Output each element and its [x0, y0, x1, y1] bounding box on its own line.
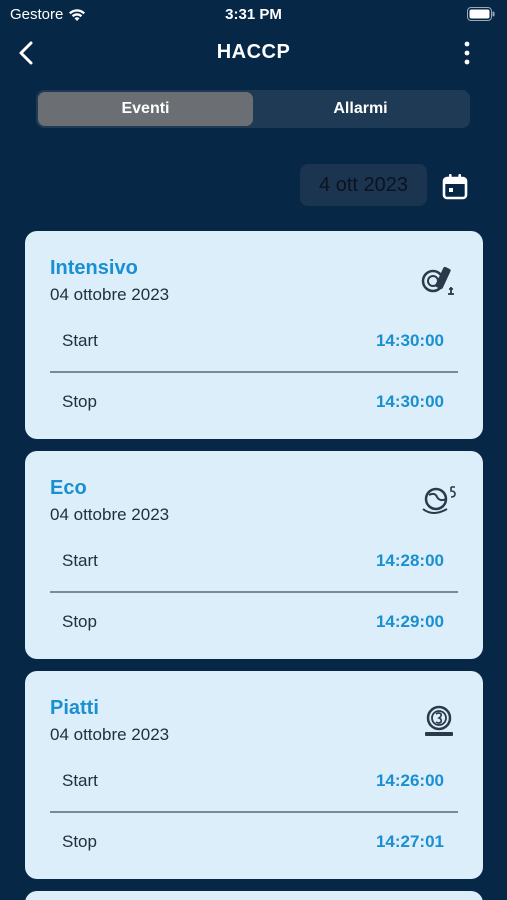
stop-row: Stop 14:30:00 [50, 392, 458, 420]
event-card[interactable]: Eco 04 ottobre 2023 Start 14:28:00 Stop … [25, 451, 483, 659]
status-time: 3:31 PM [225, 6, 282, 23]
intensive-cycle-icon [421, 266, 454, 295]
event-card[interactable]: Piatti 04 ottobre 2023 Start 14:26:00 St… [25, 671, 483, 879]
battery-icon [467, 7, 495, 21]
start-row: Start 14:30:00 [50, 331, 458, 359]
events-alarms-segmented-control: Eventi Allarmi [36, 90, 470, 128]
row-divider [50, 371, 458, 373]
tab-allarmi[interactable]: Allarmi [253, 92, 468, 126]
tab-eventi[interactable]: Eventi [38, 92, 253, 126]
start-label: Start [62, 331, 98, 350]
event-name: Intensivo [50, 257, 138, 279]
stop-time: 14:30:00 [375, 392, 444, 411]
stop-row: Stop 14:27:01 [50, 832, 458, 860]
stop-label: Stop [62, 612, 97, 631]
start-time: 14:26:00 [375, 771, 444, 790]
event-card-partial[interactable] [25, 891, 483, 900]
start-time: 14:28:00 [375, 551, 444, 570]
stop-time: 14:27:01 [375, 832, 444, 851]
start-label: Start [62, 771, 98, 790]
event-name: Eco [50, 477, 87, 499]
stop-time: 14:29:00 [375, 612, 444, 631]
row-divider [50, 591, 458, 593]
status-bar: Gestore 3:31 PM [0, 0, 507, 28]
row-divider [50, 811, 458, 813]
stop-row: Stop 14:29:00 [50, 612, 458, 640]
event-card[interactable]: Intensivo 04 ottobre 2023 Start 14:30:00… [25, 231, 483, 439]
stop-label: Stop [62, 392, 97, 411]
event-date: 04 ottobre 2023 [50, 505, 170, 524]
event-date: 04 ottobre 2023 [50, 285, 170, 304]
more-options-icon[interactable] [455, 40, 479, 66]
event-date: 04 ottobre 2023 [50, 725, 170, 744]
navigation-bar: HACCP [0, 30, 507, 76]
plates-cycle-icon [425, 705, 453, 736]
start-time: 14:30:00 [375, 331, 444, 350]
stop-label: Stop [62, 832, 97, 851]
calendar-icon[interactable] [440, 172, 470, 202]
eco-cycle-icon [422, 486, 456, 514]
date-filter-row: 4 ott 2023 [0, 164, 507, 208]
event-name: Piatti [50, 697, 99, 719]
date-picker-field[interactable]: 4 ott 2023 [300, 164, 427, 206]
start-row: Start 14:26:00 [50, 771, 458, 799]
start-label: Start [62, 551, 98, 570]
page-title: HACCP [216, 41, 291, 63]
start-row: Start 14:28:00 [50, 551, 458, 579]
